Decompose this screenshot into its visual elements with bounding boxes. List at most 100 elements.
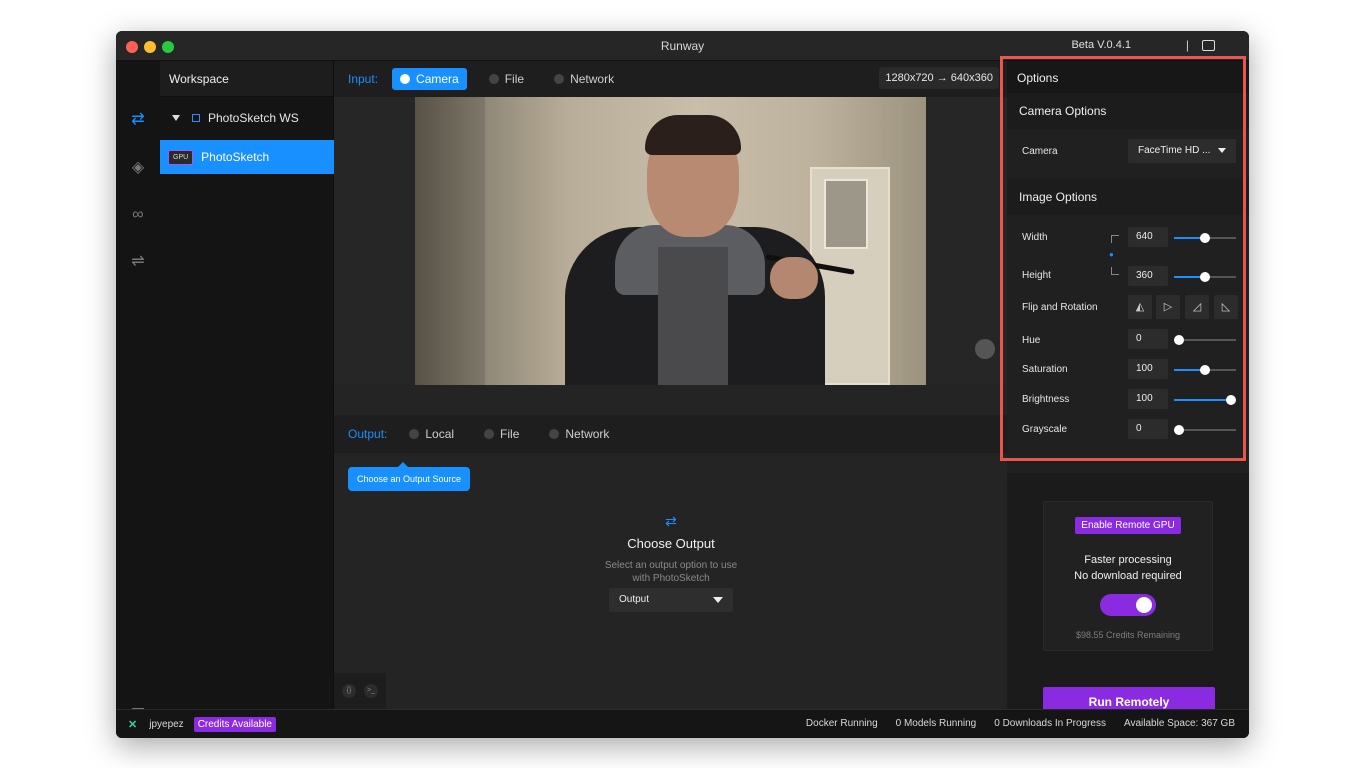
camera-frame [415,97,926,385]
hue-label: Hue [1022,335,1041,346]
status-right: Docker Running 0 Models Running 0 Downlo… [806,718,1235,729]
file-icon [488,74,499,84]
downloads-status: 0 Downloads In Progress [994,718,1106,729]
swap-arrows-icon: ⇄ [665,513,677,529]
output-source-local[interactable]: Local [401,423,462,445]
model-item-photosketch[interactable]: GPU PhotoSketch [160,140,334,174]
link-bottom-icon [1111,267,1119,275]
lock-icon[interactable]: ● [1109,250,1114,259]
saturation-input[interactable]: 100 [1128,359,1168,379]
enable-remote-gpu-badge: Enable Remote GPU [1075,517,1181,534]
version-label: Beta V.0.4.1 [1071,39,1131,51]
image-options-section: Image Options [1007,179,1249,215]
subtitle-line: with PhotoSketch [632,573,710,584]
width-label: Width [1022,232,1048,243]
camera-select[interactable]: FaceTime HD ... [1128,139,1236,163]
toggle-knob [1136,597,1152,613]
workspace-panel: Workspace PhotoSketch WS GPU PhotoSketch [160,61,334,709]
swap-arrows-icon[interactable]: ⇄ [128,109,148,129]
resolution-label: 1280x720 → 640x360 [879,67,999,89]
camera-label: Camera [1022,146,1058,157]
output-source-network[interactable]: Network [541,423,617,445]
chevron-down-icon [1218,148,1226,153]
height-slider[interactable] [1174,272,1236,282]
chat-icon[interactable] [1202,40,1215,51]
models-stack-icon[interactable]: ◈ [128,157,148,177]
input-source-label: Network [570,72,615,86]
output-bar: Output: Local File Network [334,415,1007,453]
input-label: Input: [348,72,379,86]
grayscale-input[interactable]: 0 [1128,419,1168,439]
bottom-tools: {} >_ [334,673,386,709]
camera-preview [334,97,1007,385]
space-status: Available Space: 367 GB [1123,718,1235,729]
terminal-icon[interactable]: >_ [364,684,378,698]
status-username[interactable]: jpyepez [149,719,183,730]
hue-input[interactable]: 0 [1128,329,1168,349]
rotate-left-icon[interactable]: ◿ [1185,295,1209,319]
output-select[interactable]: Output [609,588,733,612]
output-area: Choose an Output Source ⇄ Choose Output … [334,453,1007,709]
center-panel: Input: Camera File Network 1280x720 → 64… [334,61,1007,709]
title-separator: | [1185,38,1189,52]
choose-output-subtitle: Select an output option to use with Phot… [571,559,771,585]
workspace-tree-item[interactable]: PhotoSketch WS [160,103,334,133]
input-source-network[interactable]: Network [546,68,622,90]
output-tooltip: Choose an Output Source [348,462,471,491]
height-input[interactable]: 360 [1128,266,1168,286]
grayscale-slider[interactable] [1174,425,1236,435]
input-bar: Input: Camera File Network 1280x720 → 64… [334,61,1007,97]
network-icon [554,74,565,84]
rotate-right-icon[interactable]: ◺ [1214,295,1238,319]
gpu-badge: GPU [168,149,194,165]
workspace-tree-label: PhotoSketch WS [208,111,299,125]
input-source-label: Camera [416,72,459,86]
network-icon[interactable]: ⇌ [128,251,148,271]
app-window: Runway Beta V.0.4.1 | ⇄ ◈ ∞ ⇌ ☰ Workspac… [116,31,1249,738]
code-icon[interactable]: {} [342,684,356,698]
expand-triangle-icon[interactable] [172,115,180,121]
person-hair [645,115,741,155]
flip-rotation-label: Flip and Rotation [1022,302,1098,313]
subtitle-line: Select an output option to use [604,560,738,571]
docker-status: Docker Running [805,718,878,729]
flip-horizontal-icon[interactable]: ◭ [1128,295,1152,319]
saturation-label: Saturation [1022,364,1068,375]
expand-preview-button[interactable] [975,339,995,359]
input-source-camera[interactable]: Camera [392,68,467,90]
width-input[interactable]: 640 [1128,227,1168,247]
options-header: Options [1007,61,1249,93]
choose-output-title: Choose Output [627,536,715,551]
output-source-label: Local [425,427,455,441]
workspace-square-icon [192,114,200,122]
person-hand [770,257,818,299]
flip-vertical-icon[interactable]: ▷ [1156,295,1180,319]
output-source-label: File [500,427,520,441]
remote-gpu-card: Enable Remote GPU Faster processing No d… [1043,501,1213,651]
window-frame-bg [415,97,485,385]
brightness-input[interactable]: 100 [1128,389,1168,409]
brightness-slider[interactable] [1174,395,1236,405]
grayscale-label: Grayscale [1022,424,1068,435]
title-bar: Runway Beta V.0.4.1 | [116,31,1249,61]
link-icon[interactable]: ∞ [128,205,148,225]
remote-gpu-toggle[interactable] [1100,594,1156,616]
status-bar: ✕ jpyepez Credits Available Docker Runni… [116,709,1249,738]
remote-description: Faster processing No download required [1044,552,1212,584]
door-window-bg [824,179,868,249]
chevron-down-icon [713,597,723,603]
local-icon [409,429,420,439]
input-source-file[interactable]: File [481,68,532,90]
height-label: Height [1022,270,1051,281]
hue-slider[interactable] [1174,335,1236,345]
saturation-slider[interactable] [1174,365,1236,375]
width-slider[interactable] [1174,233,1236,243]
credits-remaining: $98.55 Credits Remaining [1075,630,1181,640]
credits-available-badge[interactable]: Credits Available [193,716,276,732]
image-options-body: Width 640 ● Height 360 Flip and Rotation… [1007,215,1249,473]
output-source-file[interactable]: File [476,423,527,445]
remote-line: Faster processing [1084,554,1172,566]
file-icon [484,429,495,439]
left-rail: ⇄ ◈ ∞ ⇌ ☰ [116,61,160,724]
models-status: 0 Models Running [895,718,977,729]
